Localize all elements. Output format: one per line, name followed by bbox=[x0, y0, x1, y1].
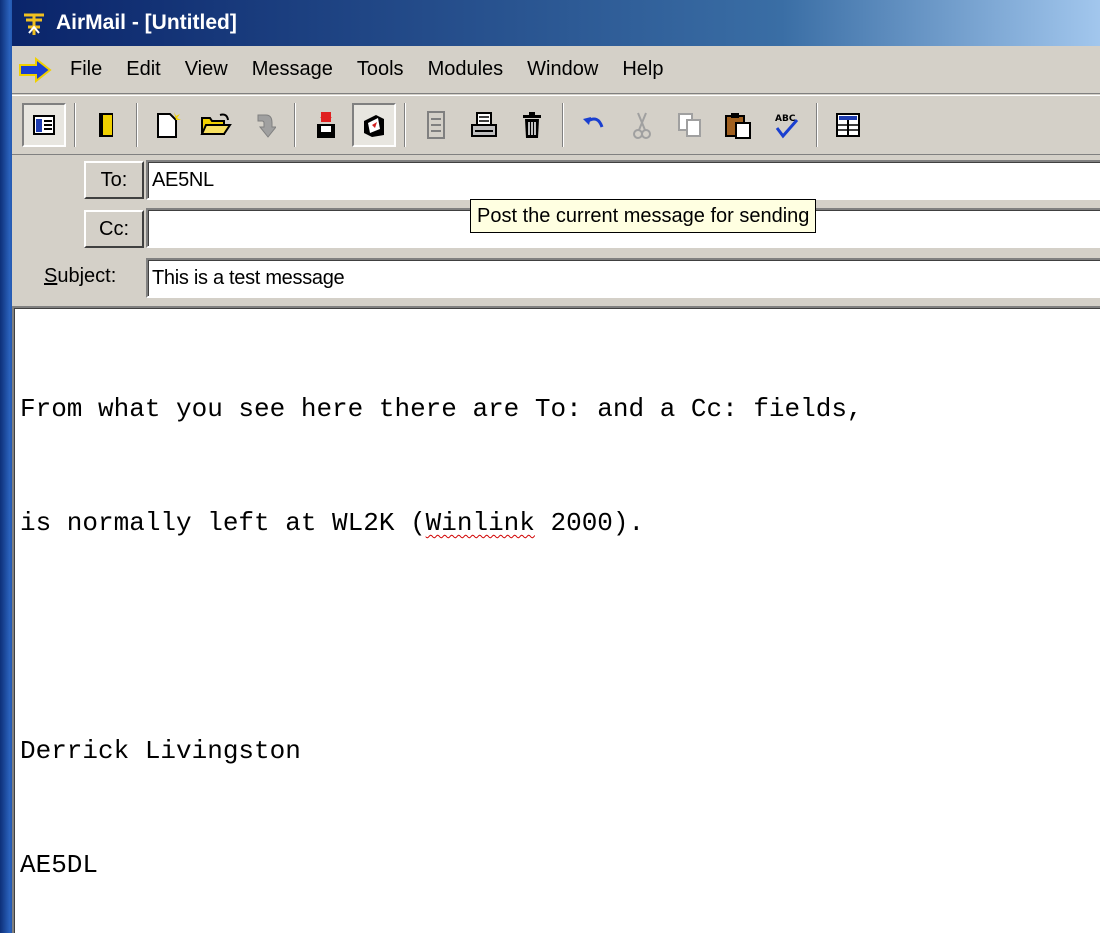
spellcheck-icon: ABC bbox=[775, 114, 799, 139]
menu-tools[interactable]: Tools bbox=[345, 54, 416, 85]
folder-list-button[interactable] bbox=[22, 103, 66, 147]
to-field[interactable]: AE5NL bbox=[146, 160, 1100, 200]
menu-window[interactable]: Window bbox=[515, 54, 610, 85]
body-line-1: From what you see here there are To: and… bbox=[20, 394, 879, 424]
undo-icon bbox=[583, 117, 604, 128]
svg-text:ABC: ABC bbox=[775, 114, 796, 124]
subject-label-text: ubject: bbox=[57, 265, 117, 287]
new-message-icon bbox=[157, 112, 181, 138]
window-title: AirMail - [Untitled] bbox=[56, 11, 237, 34]
post-message-icon bbox=[364, 115, 384, 137]
folder-list-icon bbox=[33, 115, 55, 135]
print-button[interactable] bbox=[462, 103, 506, 147]
to-button[interactable]: To: bbox=[84, 161, 144, 199]
menu-message[interactable]: Message bbox=[240, 54, 345, 85]
cut-icon bbox=[633, 112, 651, 139]
toolbar-separator bbox=[404, 103, 406, 147]
menu-help[interactable]: Help bbox=[610, 54, 675, 85]
form-icon bbox=[427, 111, 445, 139]
toolbar-separator bbox=[816, 103, 818, 147]
delete-button[interactable] bbox=[510, 103, 554, 147]
paste-icon bbox=[725, 113, 751, 139]
delete-trash-icon bbox=[523, 112, 541, 138]
print-icon bbox=[471, 112, 497, 137]
save-disk-icon bbox=[317, 112, 335, 138]
reply-arrow-icon bbox=[257, 114, 276, 138]
body-signature-name: Derrick Livingston bbox=[20, 736, 301, 766]
post-message-button[interactable] bbox=[352, 103, 396, 147]
toolbar-separator bbox=[562, 103, 564, 147]
menu-edit[interactable]: Edit bbox=[114, 54, 172, 85]
subject-field[interactable]: This is a test message bbox=[146, 258, 1100, 298]
subject-label: Subject: bbox=[44, 265, 116, 288]
arrow-logo-icon bbox=[18, 54, 58, 86]
toolbar-separator bbox=[74, 103, 76, 147]
message-body-editor[interactable]: From what you see here there are To: and… bbox=[12, 306, 1100, 933]
open-folder-button[interactable] bbox=[194, 103, 238, 147]
cut-button[interactable] bbox=[620, 103, 664, 147]
spellcheck-button[interactable]: ABC bbox=[764, 103, 808, 147]
body-line-3 bbox=[20, 618, 1100, 656]
reply-button[interactable] bbox=[242, 103, 286, 147]
post-message-tooltip: Post the current message for sending bbox=[470, 199, 817, 233]
form-button[interactable] bbox=[414, 103, 458, 147]
menu-bar: File Edit View Message Tools Modules Win… bbox=[12, 46, 1100, 94]
undo-button[interactable] bbox=[572, 103, 616, 147]
copy-button[interactable] bbox=[668, 103, 712, 147]
body-line-2: is normally left at WL2K (Winlink 2000). bbox=[20, 504, 1100, 542]
menu-modules[interactable]: Modules bbox=[416, 54, 516, 85]
airmail-window: AirMail - [Untitled] File Edit View Mess… bbox=[12, 0, 1100, 933]
table-button[interactable] bbox=[826, 103, 870, 147]
body-line-2-end: 2000). bbox=[534, 508, 645, 538]
subject-label-accesskey: S bbox=[44, 265, 58, 287]
menu-view[interactable]: View bbox=[173, 54, 240, 85]
toolbar-separator bbox=[294, 103, 296, 147]
open-folder-icon bbox=[200, 113, 232, 135]
new-message-button[interactable] bbox=[146, 103, 190, 147]
misspelled-word[interactable]: Winlink bbox=[426, 508, 535, 538]
cc-button[interactable]: Cc: bbox=[84, 210, 144, 248]
save-button[interactable] bbox=[304, 103, 348, 147]
address-book-button[interactable] bbox=[84, 103, 128, 147]
airmail-app-icon[interactable] bbox=[18, 7, 50, 39]
paste-button[interactable] bbox=[716, 103, 760, 147]
toolbar-separator bbox=[136, 103, 138, 147]
toolbar: ABC bbox=[12, 95, 1100, 155]
address-book-icon bbox=[99, 113, 113, 137]
body-signature-callsign: AE5DL bbox=[20, 850, 99, 880]
body-line-2-start: is normally left at WL2K ( bbox=[20, 508, 426, 538]
menu-file[interactable]: File bbox=[58, 54, 114, 85]
copy-icon bbox=[678, 113, 701, 137]
table-icon bbox=[836, 113, 860, 137]
title-bar[interactable]: AirMail - [Untitled] bbox=[12, 0, 1100, 46]
